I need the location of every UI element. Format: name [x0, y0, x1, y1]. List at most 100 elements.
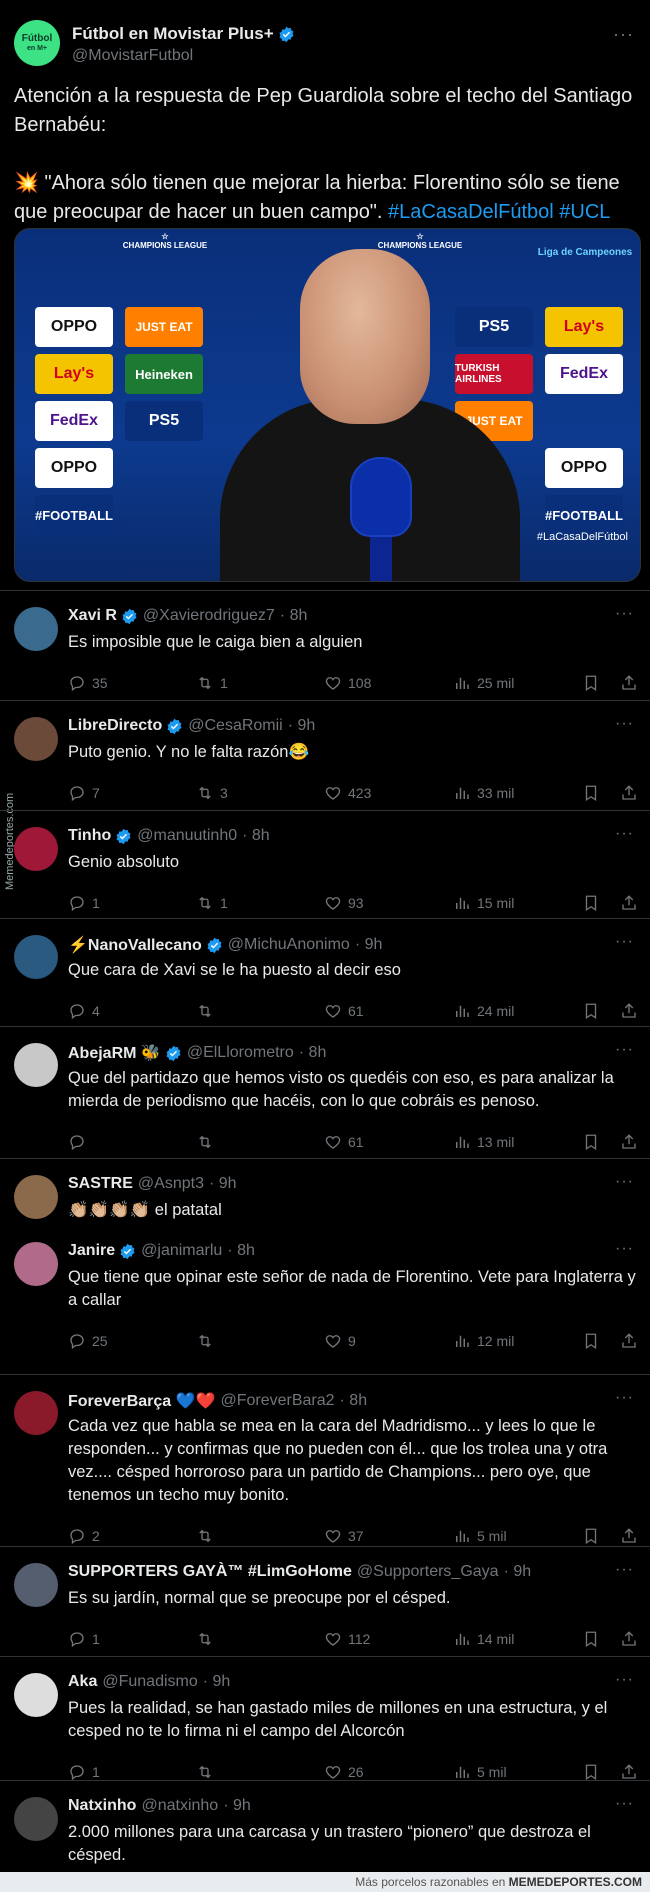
timestamp[interactable]: · 9h — [209, 1175, 237, 1193]
author-handle[interactable]: @Supporters_Gaya — [357, 1563, 499, 1581]
retweet-button[interactable]: 1 — [196, 894, 228, 912]
like-button[interactable]: 61 — [324, 1002, 364, 1020]
reply-tweet[interactable]: Xavi R @Xavierodriguez7 · 8h ··· Es imposibl… — [0, 590, 650, 700]
author-handle[interactable]: @manuutinh0 — [137, 827, 237, 845]
more-options-icon[interactable]: ··· — [615, 1389, 634, 1407]
like-button[interactable]: 37 — [324, 1527, 364, 1545]
timestamp[interactable]: · 8h — [299, 1044, 327, 1062]
share-button[interactable] — [620, 1332, 644, 1350]
avatar[interactable] — [14, 1797, 58, 1841]
more-options-icon[interactable]: ··· — [615, 1671, 634, 1689]
reply-button[interactable]: 35 — [68, 674, 108, 692]
hashtag-link[interactable]: #UCL — [559, 201, 610, 223]
share-button[interactable] — [620, 784, 644, 802]
author-handle[interactable]: @ForeverBara2 — [220, 1392, 334, 1410]
author-handle[interactable]: @Asnpt3 — [138, 1175, 204, 1193]
author-handle[interactable]: @Funadismo — [102, 1673, 197, 1691]
reply-tweet[interactable]: AbejaRM 🐝 @ElLlorometro · 8h ··· Que del par… — [0, 1026, 650, 1158]
bookmark-button[interactable] — [582, 1527, 606, 1545]
bookmark-button[interactable] — [582, 674, 606, 692]
avatar[interactable] — [14, 935, 58, 979]
views-button[interactable]: 33 mil — [453, 784, 514, 802]
avatar[interactable] — [14, 1673, 58, 1717]
author-handle[interactable]: @CesaRomii — [188, 717, 282, 735]
retweet-button[interactable]: 1 — [196, 674, 228, 692]
views-button[interactable]: 12 mil — [453, 1332, 514, 1350]
timestamp[interactable]: · 8h — [227, 1242, 255, 1260]
avatar[interactable] — [14, 607, 58, 651]
reply-button[interactable] — [68, 1133, 92, 1151]
avatar[interactable] — [14, 1563, 58, 1607]
author-name[interactable]: Aka — [68, 1673, 97, 1691]
reply-tweet[interactable]: LibreDirecto @CesaRomii · 9h ··· Puto genio.… — [0, 700, 650, 810]
avatar[interactable] — [14, 1391, 58, 1435]
share-button[interactable] — [620, 1630, 644, 1648]
more-options-icon[interactable]: ··· — [615, 1240, 634, 1258]
like-button[interactable]: 93 — [324, 894, 364, 912]
views-button[interactable]: 5 mil — [453, 1763, 507, 1781]
reply-tweet[interactable]: ⚡NanoVallecano @MichuAnonimo · 9h ··· Que ca… — [0, 918, 650, 1026]
more-options-icon[interactable]: ··· — [615, 605, 634, 623]
timestamp[interactable]: · 9h — [288, 717, 316, 735]
reply-tweet[interactable]: Natxinho @natxinho · 9h ··· 2.000 millones p… — [0, 1780, 650, 1872]
share-button[interactable] — [620, 1763, 644, 1781]
share-button[interactable] — [620, 1527, 644, 1545]
author-name[interactable]: Natxinho — [68, 1797, 136, 1815]
reply-tweet[interactable]: Janire @janimarlu · 8h ··· Que tiene que opi… — [0, 1226, 650, 1374]
timestamp[interactable]: · 9h — [504, 1563, 532, 1581]
reply-tweet[interactable]: SUPPORTERS GAYÀ™ #LimGoHome @Supporters_G… — [0, 1546, 650, 1656]
timestamp[interactable]: · 8h — [340, 1392, 368, 1410]
views-button[interactable]: 24 mil — [453, 1002, 514, 1020]
like-button[interactable]: 61 — [324, 1133, 364, 1151]
author-handle[interactable]: @MovistarFutbol — [72, 47, 295, 65]
retweet-button[interactable] — [196, 1527, 220, 1545]
like-button[interactable]: 9 — [324, 1332, 356, 1350]
timestamp[interactable]: · 9h — [355, 936, 383, 954]
like-button[interactable]: 108 — [324, 674, 371, 692]
more-options-icon[interactable]: ··· — [615, 1173, 634, 1191]
retweet-button[interactable] — [196, 1630, 220, 1648]
retweet-button[interactable] — [196, 1763, 220, 1781]
author-handle[interactable]: @MichuAnonimo — [228, 936, 350, 954]
author-name[interactable]: Fútbol en Movistar Plus+ — [72, 24, 295, 44]
avatar[interactable] — [14, 717, 58, 761]
author-name[interactable]: SUPPORTERS GAYÀ™ #LimGoHome — [68, 1563, 352, 1581]
bookmark-button[interactable] — [582, 784, 606, 802]
reply-button[interactable]: 1 — [68, 1630, 100, 1648]
bookmark-button[interactable] — [582, 1763, 606, 1781]
avatar[interactable] — [14, 1175, 58, 1219]
share-button[interactable] — [620, 674, 644, 692]
reply-tweet[interactable]: SASTRE @Asnpt3 · 9h ··· 👏🏼👏🏼👏🏼👏🏼 el patatal — [0, 1158, 650, 1226]
hashtag-link[interactable]: #LaCasaDelFútbol — [388, 201, 554, 223]
more-options-icon[interactable]: ··· — [615, 825, 634, 843]
author-name[interactable]: LibreDirecto — [68, 717, 162, 735]
author-name[interactable]: ForeverBarça 💙❤️ — [68, 1391, 215, 1411]
avatar[interactable] — [14, 1043, 58, 1087]
more-options-icon[interactable]: ··· — [615, 715, 634, 733]
author-name[interactable]: SASTRE — [68, 1175, 133, 1193]
like-button[interactable]: 112 — [324, 1630, 370, 1648]
author-handle[interactable]: @Xavierodriguez7 — [143, 607, 275, 625]
author-handle[interactable]: @janimarlu — [141, 1242, 222, 1260]
retweet-button[interactable] — [196, 1002, 220, 1020]
views-button[interactable]: 25 mil — [453, 674, 514, 692]
avatar[interactable]: Fútbol en M+ — [14, 20, 60, 66]
share-button[interactable] — [620, 1002, 644, 1020]
share-button[interactable] — [620, 1133, 644, 1151]
bookmark-button[interactable] — [582, 1002, 606, 1020]
views-button[interactable]: 13 mil — [453, 1133, 514, 1151]
reply-tweet[interactable]: ForeverBarça 💙❤️ @ForeverBara2 · 8h ··· Cada… — [0, 1374, 650, 1546]
footer-site[interactable]: MEMEDEPORTES.COM — [509, 1875, 642, 1889]
tweet-media-image[interactable]: ☆ CHAMPIONS LEAGUE ☆ CHAMPIONS LEAGUE Liga… — [14, 228, 641, 582]
author-handle[interactable]: @ElLlorometro — [187, 1044, 294, 1062]
more-options-icon[interactable]: ··· — [615, 1561, 634, 1579]
more-options-icon[interactable]: ··· — [615, 1041, 634, 1059]
reply-button[interactable]: 7 — [68, 784, 100, 802]
author-name[interactable]: ⚡NanoVallecano — [68, 935, 202, 955]
views-button[interactable]: 14 mil — [453, 1630, 514, 1648]
reply-button[interactable]: 2 — [68, 1527, 100, 1545]
like-button[interactable]: 423 — [324, 784, 371, 802]
more-options-icon[interactable]: ··· — [613, 24, 634, 45]
share-button[interactable] — [620, 894, 644, 912]
timestamp[interactable]: · 9h — [203, 1673, 231, 1691]
